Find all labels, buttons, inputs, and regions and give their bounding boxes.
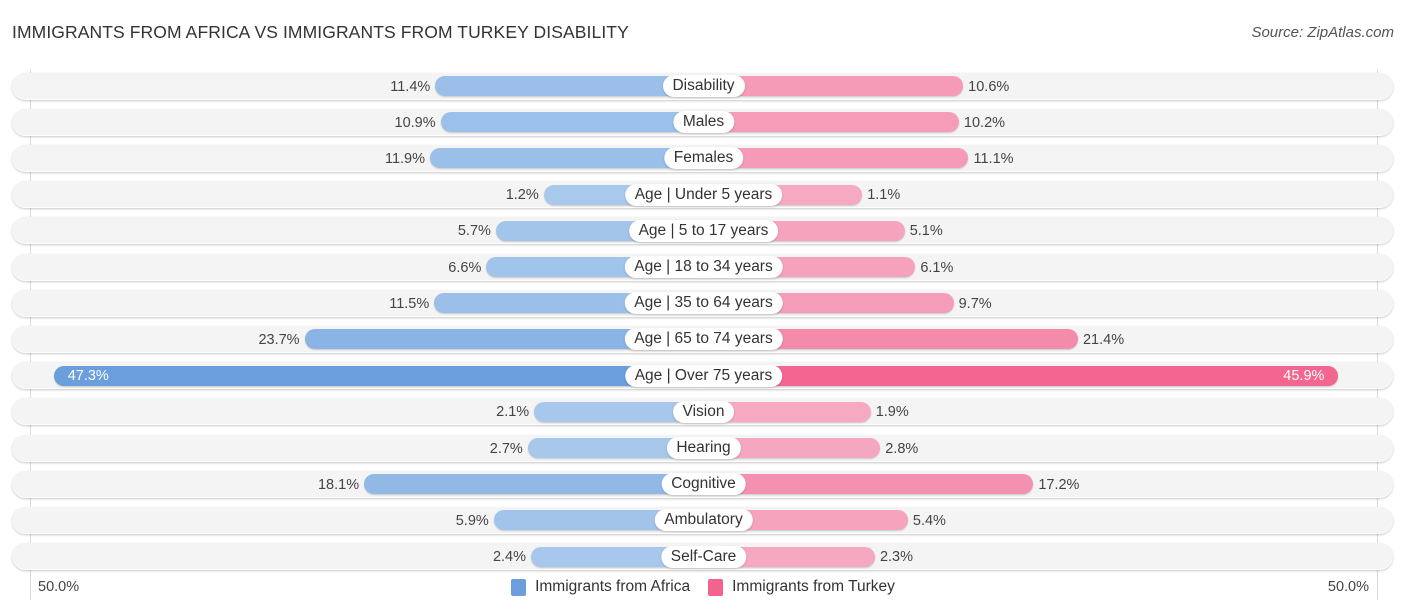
value-label-turkey: 5.4%: [912, 512, 946, 529]
category-label: Ambulatory: [654, 509, 753, 532]
bar-turkey[interactable]: [703, 112, 959, 133]
value-label-turkey: 1.1%: [867, 187, 901, 204]
bar-africa[interactable]: [53, 365, 704, 386]
category-label: Age | Under 5 years: [624, 183, 783, 206]
chart-row: 5.7% 5.1% Age | 5 to 17 years: [12, 217, 1393, 245]
chart-row: 5.9% 5.4% Ambulatory: [12, 506, 1393, 534]
value-label-africa: 2.4%: [492, 549, 526, 566]
legend: Immigrants from Africa Immigrants from T…: [0, 578, 1406, 596]
value-label-africa: 2.1%: [496, 404, 530, 421]
category-label: Age | 35 to 64 years: [624, 292, 783, 315]
value-label-turkey: 10.2%: [963, 114, 1006, 131]
value-label-africa: 11.9%: [384, 150, 426, 167]
chart-row: 6.6% 6.1% Age | 18 to 34 years: [12, 253, 1393, 281]
chart-row: 11.5% 9.7% Age | 35 to 64 years: [12, 289, 1393, 317]
value-label-africa: 6.6%: [448, 259, 482, 276]
legend-swatch-africa: [511, 578, 527, 596]
legend-item-turkey[interactable]: Immigrants from Turkey: [708, 578, 895, 596]
category-label: Age | Over 75 years: [624, 364, 783, 387]
legend-label-turkey: Immigrants from Turkey: [732, 578, 895, 595]
value-label-africa: 5.9%: [455, 512, 489, 529]
value-label-africa: 11.5%: [389, 295, 430, 312]
value-label-turkey: 21.4%: [1082, 331, 1125, 348]
value-label-africa: 23.7%: [258, 331, 300, 348]
bar-africa[interactable]: [430, 148, 704, 169]
bar-africa[interactable]: [440, 112, 704, 133]
value-label-turkey: 11.1%: [973, 150, 1014, 167]
value-label-africa: 2.7%: [489, 440, 523, 457]
chart-row: 11.9% 11.1% Females: [12, 144, 1393, 172]
chart-row: 2.1% 1.9% Vision: [12, 398, 1393, 426]
value-label-turkey: 10.6%: [968, 78, 1010, 95]
legend-item-africa[interactable]: Immigrants from Africa: [511, 578, 690, 596]
value-label-africa: 10.9%: [394, 114, 436, 131]
category-label: Age | 5 to 17 years: [628, 219, 779, 242]
category-label: Age | 65 to 74 years: [624, 328, 783, 351]
value-label-africa: 1.2%: [505, 187, 539, 204]
chart-row: 11.4% 10.6% Disability: [12, 72, 1393, 100]
value-label-turkey: 6.1%: [920, 259, 954, 276]
value-label-turkey: 9.7%: [958, 295, 992, 312]
category-label: Vision: [672, 400, 735, 423]
value-label-africa: 18.1%: [317, 476, 360, 493]
category-label: Cognitive: [661, 473, 746, 496]
value-label-turkey: 1.9%: [875, 404, 909, 421]
category-label: Disability: [662, 75, 745, 97]
value-label-africa: 5.7%: [457, 223, 491, 240]
category-label: Age | 18 to 34 years: [624, 256, 783, 278]
category-label: Self-Care: [660, 545, 747, 568]
value-label-turkey: 2.8%: [885, 440, 919, 457]
chart-row: 18.1% 17.2% Cognitive: [12, 470, 1393, 498]
value-label-turkey: 5.1%: [909, 223, 943, 240]
legend-label-africa: Immigrants from Africa: [535, 578, 691, 595]
value-label-turkey: 45.9%: [1283, 368, 1325, 385]
chart-row: 47.3% 45.9% Age | Over 75 years: [12, 362, 1393, 390]
value-label-turkey: 2.3%: [879, 549, 913, 566]
chart-row: 2.7% 2.8% Hearing: [12, 434, 1393, 462]
chart-plot-area: 11.4% 10.6% Disability 10.9% 10.2% Males 11.9%…: [0, 0, 1406, 612]
value-label-africa: 11.4%: [390, 78, 431, 95]
bar-turkey[interactable]: [703, 474, 1034, 495]
chart-row: 23.7% 21.4% Age | 65 to 74 years: [12, 325, 1393, 353]
value-label-turkey: 17.2%: [1038, 476, 1080, 493]
chart-row: 2.4% 2.3% Self-Care: [12, 543, 1393, 571]
legend-swatch-turkey: [708, 578, 724, 596]
bar-turkey[interactable]: [703, 365, 1339, 386]
category-label: Hearing: [666, 437, 741, 459]
chart-row: 10.9% 10.2% Males: [12, 108, 1393, 136]
category-label: Females: [663, 147, 744, 170]
chart-row: 1.2% 1.1% Age | Under 5 years: [12, 181, 1393, 209]
bar-africa[interactable]: [364, 474, 704, 495]
value-label-africa: 47.3%: [67, 368, 109, 385]
bar-turkey[interactable]: [703, 148, 969, 169]
category-label: Males: [672, 111, 735, 134]
